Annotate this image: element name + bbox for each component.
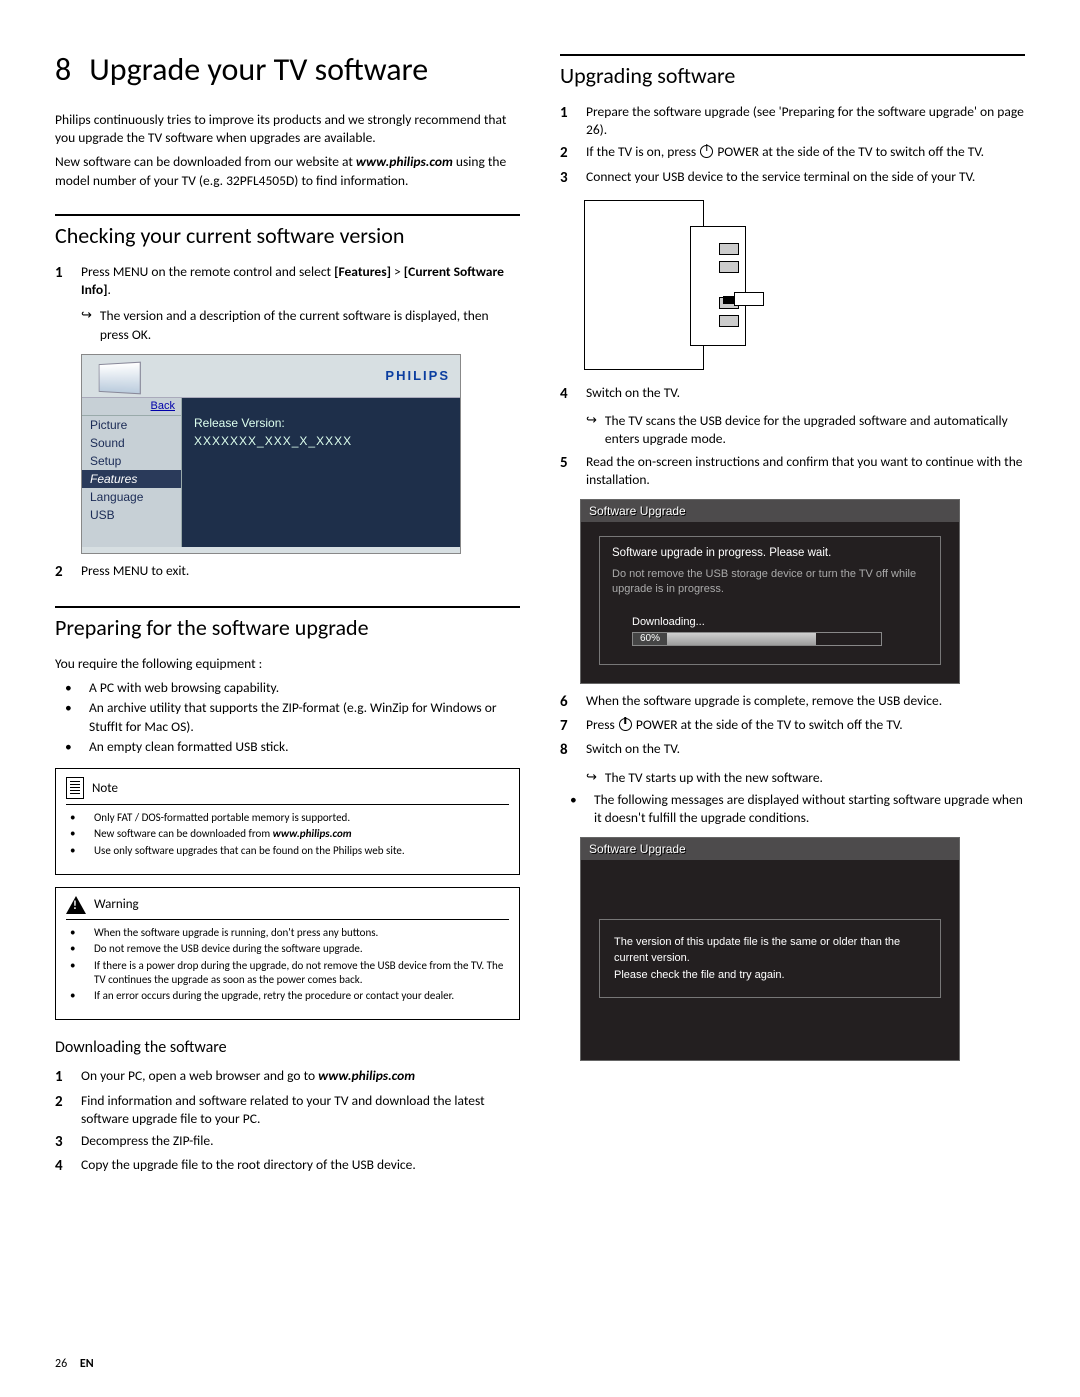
warn-item-1: When the software upgrade is running, do… bbox=[66, 926, 509, 940]
chapter-title: Upgrade your TV software bbox=[89, 50, 428, 89]
warning-icon bbox=[66, 896, 86, 914]
check-step-2: 2Press MENU to exit. bbox=[55, 562, 520, 582]
warn-item-2: Do not remove the USB device during the … bbox=[66, 942, 509, 956]
power-icon bbox=[619, 718, 632, 731]
software-upgrade-progress-screenshot: Software Upgrade Software upgrade in pro… bbox=[580, 499, 960, 684]
warning-box: Warning When the software upgrade is run… bbox=[55, 887, 520, 1020]
warning-label: Warning bbox=[94, 897, 139, 912]
tv-menu-features: Features bbox=[82, 470, 181, 488]
upgrade-step-7: 7Press POWER at the side of the TV to sw… bbox=[560, 716, 1025, 736]
section-prepare: Preparing for the software upgrade bbox=[55, 606, 520, 641]
note-icon bbox=[66, 777, 84, 799]
su-error-msg-2: Please check the file and try again. bbox=[614, 967, 926, 984]
upgrade-step-4-result: The TV scans the USB device for the upgr… bbox=[586, 412, 1025, 448]
usb-connection-illustration bbox=[580, 196, 770, 376]
intro-paragraph-1: Philips continuously tries to improve it… bbox=[55, 111, 520, 147]
page-language: EN bbox=[80, 1357, 94, 1371]
note-item-2: New software can be downloaded from www.… bbox=[66, 827, 509, 841]
download-step-1: 1On your PC, open a web browser and go t… bbox=[55, 1067, 520, 1087]
download-step-3: 3Decompress the ZIP-file. bbox=[55, 1132, 520, 1152]
check-step-1-result: The version and a description of the cur… bbox=[81, 307, 520, 343]
tv-menu-picture: Picture bbox=[82, 416, 181, 434]
note-label: Note bbox=[92, 781, 118, 796]
tv-back-link: Back bbox=[151, 400, 175, 412]
su-progress-percent: 60% bbox=[633, 633, 667, 645]
prepare-bullet-2: An archive utility that supports the ZIP… bbox=[55, 699, 520, 735]
su-progress-warning: Do not remove the USB storage device or … bbox=[612, 567, 928, 598]
upgrade-step-8-result: The TV starts up with the new software. bbox=[586, 769, 1025, 787]
chapter-heading: 8 Upgrade your TV software bbox=[55, 50, 520, 89]
prepare-bullet-1: A PC with web browsing capability. bbox=[55, 679, 520, 697]
warn-item-4: If an error occurs during the upgrade, r… bbox=[66, 989, 509, 1003]
tv-release-value: XXXXXXX_XXX_X_XXXX bbox=[194, 434, 448, 448]
prepare-bullet-3: An empty clean formatted USB stick. bbox=[55, 738, 520, 756]
su-title: Software Upgrade bbox=[581, 500, 959, 522]
download-step-4: 4Copy the upgrade file to the root direc… bbox=[55, 1156, 520, 1176]
prepare-intro: You require the following equipment : bbox=[55, 655, 520, 673]
su-title-2: Software Upgrade bbox=[581, 838, 959, 860]
note-box: Note Only FAT / DOS-formatted portable m… bbox=[55, 768, 520, 875]
intro-paragraph-2: New software can be downloaded from our … bbox=[55, 153, 520, 189]
section-upgrade: Upgrading software bbox=[560, 54, 1025, 89]
subsection-download: Downloading the software bbox=[55, 1038, 520, 1057]
power-icon bbox=[700, 145, 713, 158]
su-progress-msg: Software upgrade in progress. Please wai… bbox=[612, 547, 928, 559]
tv-release-label: Release Version: bbox=[194, 416, 448, 430]
tv-menu-screenshot: PHILIPS Back Picture Sound Setup Feature… bbox=[81, 354, 461, 554]
upgrade-step-3: 3Connect your USB device to the service … bbox=[560, 168, 1025, 188]
check-step-1: 1 Press MENU on the remote control and s… bbox=[55, 263, 520, 299]
note-item-1: Only FAT / DOS-formatted portable memory… bbox=[66, 811, 509, 825]
upgrade-step-1: 1Prepare the software upgrade (see 'Prep… bbox=[560, 103, 1025, 139]
upgrade-step-4: 4Switch on the TV. bbox=[560, 384, 1025, 404]
tv-menu-setup: Setup bbox=[82, 452, 181, 470]
philips-logo: PHILIPS bbox=[385, 368, 450, 383]
tv-menu-sound: Sound bbox=[82, 434, 181, 452]
su-error-msg-1: The version of this update file is the s… bbox=[614, 934, 926, 967]
page-footer: 26 EN bbox=[55, 1357, 94, 1371]
su-progress-bar: 60% bbox=[632, 632, 882, 646]
upgrade-step-6: 6When the software upgrade is complete, … bbox=[560, 692, 1025, 712]
section-check-version: Checking your current software version bbox=[55, 214, 520, 249]
usb-stick-icon bbox=[734, 292, 764, 306]
download-step-2: 2Find information and software related t… bbox=[55, 1092, 520, 1128]
su-downloading-label: Downloading... bbox=[632, 616, 928, 628]
warn-item-3: If there is a power drop during the upgr… bbox=[66, 959, 509, 988]
tv-monitor-icon bbox=[99, 361, 141, 394]
chapter-number: 8 bbox=[55, 50, 71, 89]
upgrade-step-2: 2If the TV is on, press POWER at the sid… bbox=[560, 143, 1025, 163]
note-item-3: Use only software upgrades that can be f… bbox=[66, 844, 509, 858]
page-number: 26 bbox=[55, 1357, 67, 1371]
upgrade-step-5: 5Read the on-screen instructions and con… bbox=[560, 453, 1025, 489]
tv-menu-usb: USB bbox=[82, 506, 181, 524]
tv-menu-language: Language bbox=[82, 488, 181, 506]
software-upgrade-error-screenshot: Software Upgrade The version of this upd… bbox=[580, 837, 960, 1061]
upgrade-tail-note: The following messages are displayed wit… bbox=[560, 791, 1025, 827]
upgrade-step-8: 8Switch on the TV. bbox=[560, 740, 1025, 760]
